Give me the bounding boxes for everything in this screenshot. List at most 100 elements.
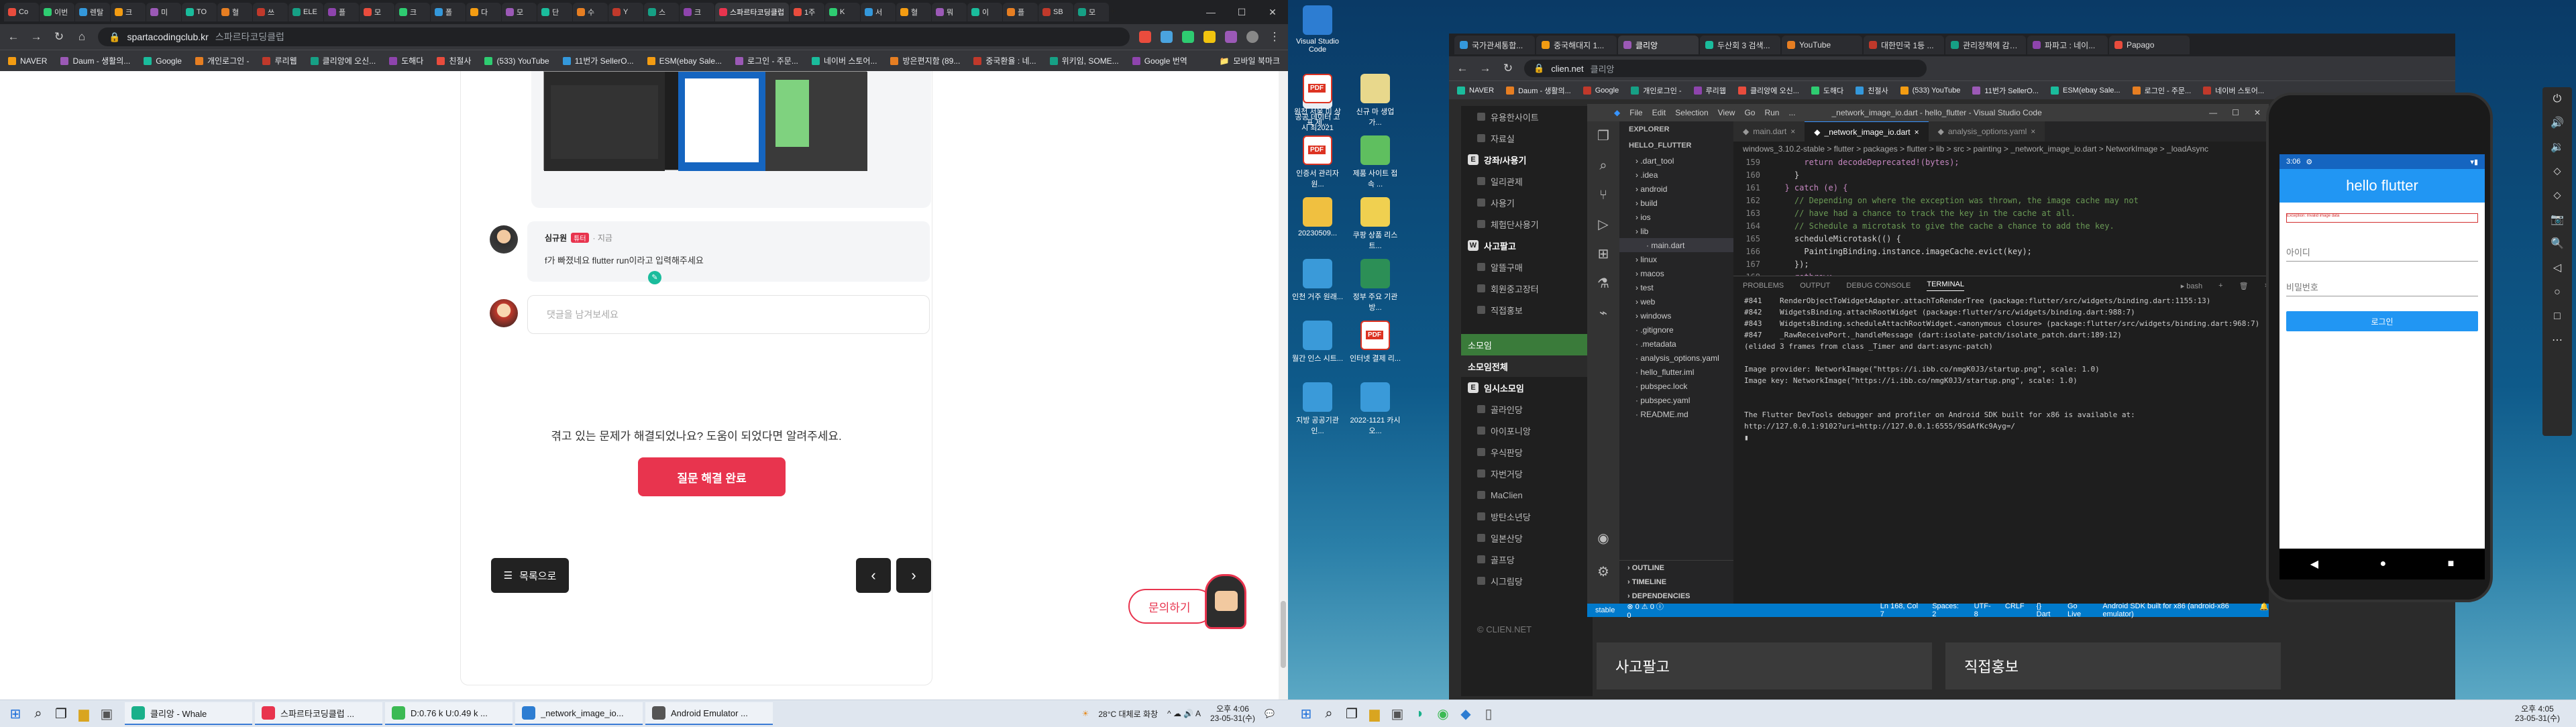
- maximize-icon[interactable]: ☐: [1226, 0, 1257, 24]
- more-icon[interactable]: ⋯: [2542, 329, 2572, 353]
- close-icon[interactable]: ×: [2031, 127, 2035, 136]
- explorer-file[interactable]: › build: [1619, 196, 1733, 210]
- browser-tab[interactable]: ELE: [288, 3, 323, 21]
- sidebar-section-header[interactable]: W 사고팔고: [1461, 235, 1593, 256]
- bell-icon[interactable]: 🔔: [2259, 602, 2269, 618]
- browser-tab[interactable]: 쓰: [253, 3, 288, 21]
- taskbar-app[interactable]: 스파르타코딩클럽 ...: [255, 702, 382, 725]
- minimize-icon[interactable]: —: [1195, 0, 1226, 24]
- bookmark-item[interactable]: 방은편지함 (89...: [890, 55, 960, 66]
- next-page-button[interactable]: ›: [896, 558, 931, 593]
- back-to-list-button[interactable]: ☰ 목록으로: [491, 558, 569, 593]
- sidebar-item[interactable]: 일본산당: [1461, 527, 1593, 549]
- mark-solved-button[interactable]: 질문 해결 완료: [638, 457, 786, 496]
- browser-tab[interactable]: Papago: [2109, 36, 2190, 54]
- sidebar-item[interactable]: 직접홍보: [1461, 299, 1593, 321]
- sidebar-item[interactable]: 자번거당: [1461, 463, 1593, 484]
- extension-icon[interactable]: [1225, 31, 1237, 43]
- bookmark-item[interactable]: 도해다: [1811, 85, 1843, 96]
- desktop-icon[interactable]: 20230509...: [1292, 197, 1343, 237]
- browser-tab[interactable]: 혈: [217, 3, 252, 21]
- bookmark-item[interactable]: NAVER: [1457, 86, 1494, 95]
- sidebar-item[interactable]: 우식판당: [1461, 441, 1593, 463]
- desktop-icon[interactable]: 월간 인스 시트...: [1292, 321, 1343, 364]
- browser-tab[interactable]: 이: [967, 3, 1002, 21]
- editor-tab[interactable]: ◆ _network_image_io.dart ×: [1805, 121, 1929, 142]
- explorer-file[interactable]: · hello_flutter.iml: [1619, 365, 1733, 379]
- bookmark-item[interactable]: 네이버 스토어...: [811, 55, 877, 66]
- vscode-menu-item[interactable]: View: [1718, 108, 1735, 117]
- desktop-icon[interactable]: 인천 거주 원래...: [1292, 259, 1343, 302]
- vscode-menu-item[interactable]: Run: [1764, 108, 1779, 117]
- bookmark-item[interactable]: Google: [144, 56, 182, 66]
- browser-tab[interactable]: 중국해대지 1...: [1536, 36, 1617, 54]
- new-tab-icon[interactable]: +: [1110, 6, 1116, 18]
- browser-tab[interactable]: 1주: [790, 3, 824, 21]
- back-icon[interactable]: ←: [1456, 62, 1469, 75]
- explorer-file[interactable]: · analysis_options.yaml: [1619, 351, 1733, 365]
- sidebar-item[interactable]: 방탄소년당: [1461, 506, 1593, 527]
- settings-gear-icon[interactable]: ⚙: [1587, 557, 1619, 587]
- home-icon[interactable]: ⌂: [75, 30, 89, 44]
- explorer-file[interactable]: · pubspec.lock: [1619, 379, 1733, 393]
- power-icon[interactable]: ⏻: [2542, 87, 2572, 111]
- back-nav-icon[interactable]: ◀: [2310, 557, 2318, 571]
- id-field[interactable]: 아이디: [2286, 240, 2478, 262]
- sidebar-item[interactable]: 자료실: [1461, 127, 1593, 149]
- bookmark-item[interactable]: 로그인 - 주문...: [2132, 85, 2191, 96]
- terminal-output[interactable]: #841 RenderObjectToWidgetAdapter.attachT…: [1733, 295, 2269, 443]
- sidebar-item[interactable]: 사용기: [1461, 192, 1593, 213]
- browser-tab[interactable]: Y: [608, 3, 643, 21]
- browser-tab[interactable]: 관리정책에 감사...: [1945, 36, 2026, 54]
- desktop-icon[interactable]: 신규 마 생업 가...: [1350, 74, 1401, 127]
- recents-nav-icon[interactable]: ■: [2448, 558, 2455, 570]
- terminal-shell-label[interactable]: ▸ bash: [2181, 282, 2202, 290]
- editor-tab[interactable]: ◆ main.dart ×: [1733, 121, 1805, 142]
- reload-icon[interactable]: ↻: [52, 30, 66, 44]
- bookmark-item[interactable]: 위키임, SOME...: [1049, 55, 1119, 66]
- explorer-file[interactable]: › android: [1619, 182, 1733, 196]
- browser-tab[interactable]: YouTube: [1782, 36, 1862, 54]
- browser-tab[interactable]: 혈: [896, 3, 931, 21]
- bookmark-item[interactable]: Google 번역: [1132, 55, 1187, 66]
- bookmark-item[interactable]: Google: [1582, 86, 1619, 95]
- vscode-menu-item[interactable]: ...: [1788, 108, 1795, 117]
- browser-tab[interactable]: 이번: [40, 3, 74, 21]
- testing-icon[interactable]: ⚗: [1587, 269, 1619, 298]
- sidebar-item[interactable]: 유용한사이트: [1461, 106, 1593, 127]
- browser-tab[interactable]: 크: [680, 3, 714, 21]
- sidebar-section-header[interactable]: E 임시소모임: [1461, 377, 1593, 398]
- desktop-icon[interactable]: 인터넷 결제 리...: [1350, 321, 1401, 364]
- browser-tab[interactable]: 수: [573, 3, 608, 21]
- bookmark-item[interactable]: 개인로그인 -: [1631, 85, 1682, 96]
- translate-icon[interactable]: ✎: [648, 271, 661, 284]
- browser-tab[interactable]: 폴: [431, 3, 466, 21]
- browser-tab-active[interactable]: 스파르타코딩클럽: [715, 3, 789, 21]
- desktop-icon[interactable]: Visual Studio Code: [1292, 5, 1343, 54]
- bookmark-item[interactable]: ESM(ebay Sale...: [2050, 86, 2121, 95]
- rotate-left-icon[interactable]: ⬦: [2542, 160, 2572, 184]
- task-view-icon[interactable]: ❐: [50, 702, 72, 725]
- browser-tab[interactable]: 플: [1003, 3, 1038, 21]
- explorer-file[interactable]: › web: [1619, 294, 1733, 309]
- explorer-section-header[interactable]: › OUTLINE: [1619, 561, 1733, 575]
- tray-icons[interactable]: ^ ☁ 🔊 A: [1167, 709, 1201, 718]
- panel-tab[interactable]: TERMINAL: [1927, 280, 1964, 291]
- code-view[interactable]: 159 return decodeDeprecated!(bytes); 160 …: [1733, 156, 2269, 284]
- extensions-icon[interactable]: ⊞: [1587, 239, 1619, 269]
- account-icon[interactable]: ◉: [1587, 524, 1619, 553]
- home-icon[interactable]: ○: [2542, 280, 2572, 304]
- sidebar-item-active[interactable]: 소모임: [1461, 334, 1593, 355]
- windows-start-icon[interactable]: ⊞: [4, 702, 27, 725]
- browser-tab[interactable]: 모: [502, 3, 537, 21]
- extension-icon[interactable]: [1203, 31, 1216, 43]
- right-url-input[interactable]: 🔒 clien.net 클리앙: [1524, 60, 1927, 77]
- browser-tab[interactable]: 뭐: [932, 3, 967, 21]
- bookmark-item[interactable]: 개인로그인 -: [195, 55, 249, 66]
- taskbar-app[interactable]: D:0.76 k U:0.49 k ...: [385, 702, 513, 725]
- bookmark-item[interactable]: 11번가 SellerO...: [562, 55, 634, 66]
- app-icon[interactable]: ▣: [95, 702, 118, 725]
- maximize-icon[interactable]: ☐: [2232, 108, 2239, 117]
- explorer-file[interactable]: › .dart_tool: [1619, 154, 1733, 168]
- home-nav-icon[interactable]: ●: [2379, 558, 2386, 570]
